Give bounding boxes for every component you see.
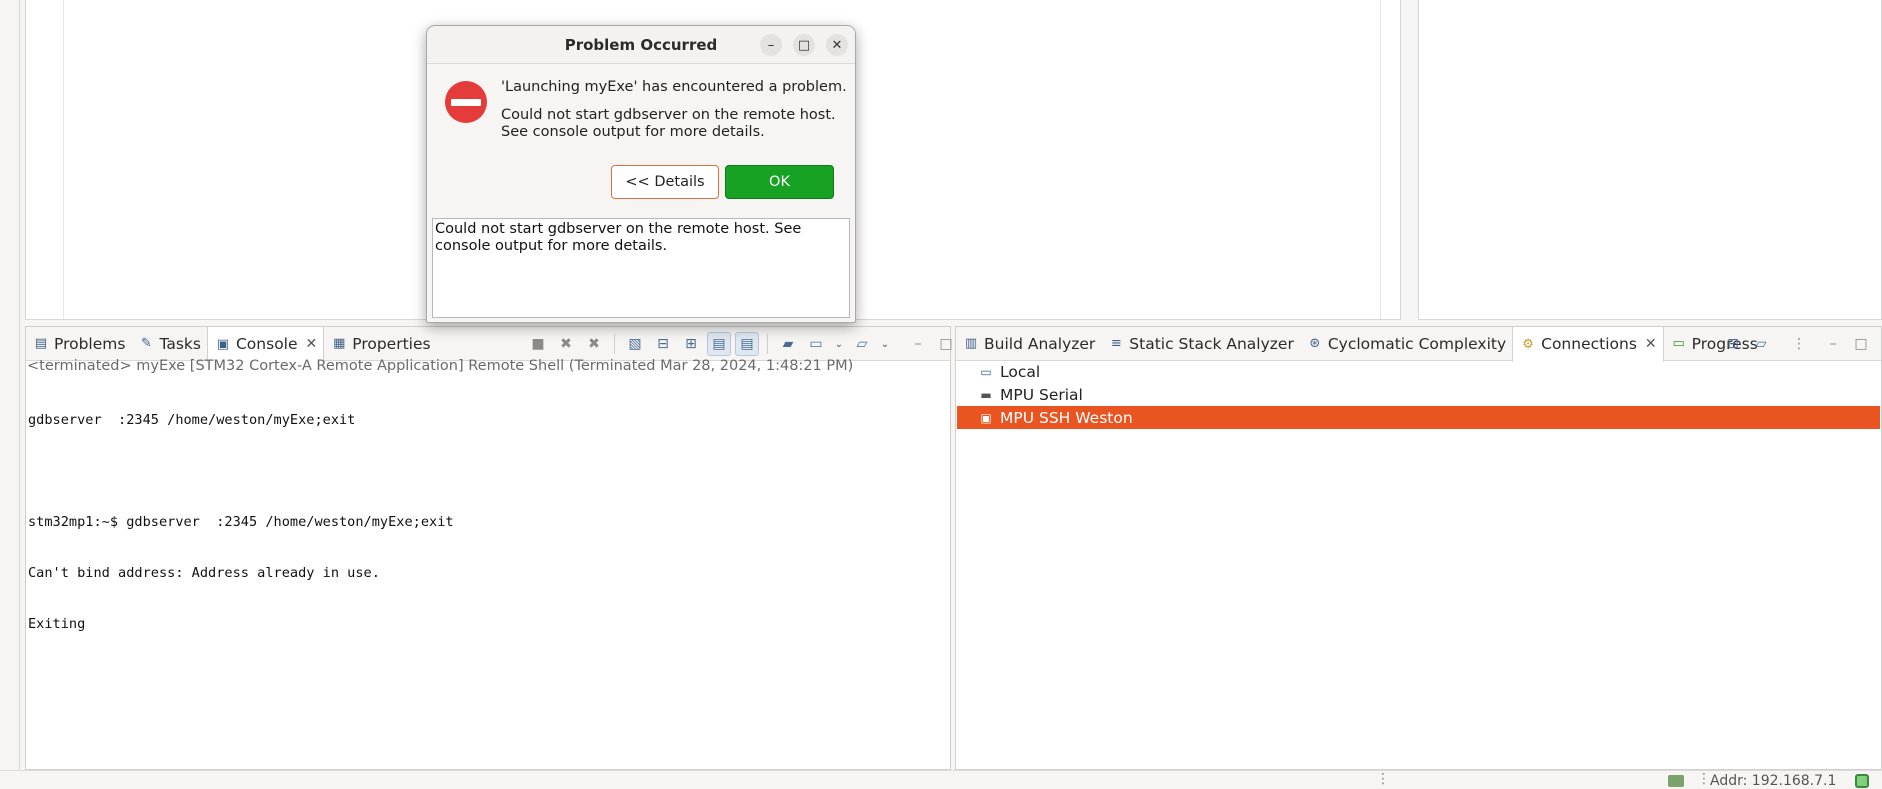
tab-problems[interactable]: ▤ Problems bbox=[26, 327, 131, 361]
details-button[interactable]: << Details bbox=[611, 165, 719, 199]
close-icon[interactable]: ✕ bbox=[1645, 336, 1657, 352]
toolbar-separator bbox=[614, 334, 615, 354]
build-analyzer-icon: ▥ bbox=[964, 336, 978, 351]
tab-label: Build Analyzer bbox=[984, 334, 1096, 353]
dialog-title: Problem Occurred bbox=[427, 26, 855, 64]
maximize-icon[interactable]: □ bbox=[1849, 332, 1873, 356]
new-connection-icon[interactable]: ▱ bbox=[1749, 332, 1773, 356]
chevron-down-icon[interactable]: ⌄ bbox=[878, 339, 892, 350]
tree-item-local[interactable]: ▭ Local bbox=[957, 360, 1880, 383]
editor-vertical-scrollbar[interactable] bbox=[1380, 0, 1400, 319]
error-icon bbox=[445, 81, 487, 123]
problems-icon: ▤ bbox=[34, 336, 48, 351]
minimize-icon[interactable]: – bbox=[1821, 332, 1845, 356]
console-toolbar: ■ ✖ ✖ ▧ ⊟ ⊞ ▤ ▤ ▰ ▭ ⌄ ▱ ⌄ – □ bbox=[526, 327, 958, 361]
cyclomatic-icon: ⊛ bbox=[1309, 336, 1321, 351]
clear-console-icon[interactable]: ▧ bbox=[623, 332, 647, 356]
console-line: stm32mp1:~$ gdbserver :2345 /home/weston… bbox=[28, 514, 454, 530]
tab-label: Properties bbox=[352, 334, 431, 353]
tab-static-stack-analyzer[interactable]: ≡ Static Stack Analyzer bbox=[1101, 327, 1300, 361]
console-line: Exiting bbox=[28, 616, 86, 632]
progress-icon: ▭ bbox=[1672, 336, 1685, 351]
serial-icon: ▬ bbox=[980, 387, 992, 402]
tab-cyclomatic-complexity[interactable]: ⊛ Cyclomatic Complexity bbox=[1300, 327, 1512, 361]
toolbar-separator bbox=[767, 334, 768, 354]
terminate-icon[interactable]: ■ bbox=[526, 332, 550, 356]
close-icon[interactable]: ✕ bbox=[826, 34, 848, 56]
console-line: Can't bind address: Address already in u… bbox=[28, 565, 380, 581]
tree-item-label: MPU Serial bbox=[1000, 385, 1083, 404]
display-console-icon[interactable]: ▭ bbox=[804, 332, 828, 356]
tree-item-mpu-serial[interactable]: ▬ MPU Serial bbox=[957, 383, 1880, 406]
tab-label: Static Stack Analyzer bbox=[1129, 334, 1294, 353]
dialog-message-primary: 'Launching myExe' has encountered a prob… bbox=[501, 79, 847, 95]
connection-status-icon[interactable] bbox=[1855, 774, 1869, 788]
tab-console[interactable]: ▣ Console ✕ bbox=[206, 326, 325, 362]
tab-connections[interactable]: ⚙ Connections ✕ bbox=[1512, 326, 1664, 362]
details-text-area[interactable]: Could not start gdbserver on the remote … bbox=[432, 218, 850, 318]
connections-toolbar: ⊟ ▱ ⋮ – □ bbox=[1721, 327, 1873, 361]
console-line: gdbserver :2345 /home/weston/myExe;exit bbox=[28, 412, 356, 428]
status-separator: ⋮ bbox=[1376, 771, 1390, 787]
properties-icon: ▦ bbox=[333, 336, 346, 351]
console-icon: ▣ bbox=[216, 336, 230, 352]
status-address: Addr: 192.168.7.1 bbox=[1710, 773, 1837, 789]
connections-icon: ⚙ bbox=[1522, 336, 1534, 352]
tab-label: Console bbox=[235, 335, 298, 353]
console-line: ​ bbox=[28, 463, 454, 480]
open-console-icon[interactable]: ▱ bbox=[850, 332, 874, 356]
console-output[interactable]: gdbserver :2345 /home/weston/myExe;exit … bbox=[28, 378, 454, 650]
stack-analyzer-icon: ≡ bbox=[1110, 336, 1122, 351]
dialog-message-secondary: Could not start gdbserver on the remote … bbox=[501, 107, 836, 140]
close-icon[interactable]: ✕ bbox=[306, 336, 318, 352]
view-menu-icon[interactable]: ⋮ bbox=[1787, 332, 1811, 356]
network-status-icon[interactable] bbox=[1668, 775, 1684, 787]
connections-panel: ▥ Build Analyzer ≡ Static Stack Analyzer… bbox=[955, 326, 1882, 770]
tab-label: Cyclomatic Complexity bbox=[1327, 334, 1507, 353]
left-trim bbox=[0, 0, 20, 770]
pin-console-icon[interactable]: ▰ bbox=[776, 332, 800, 356]
local-computer-icon: ▭ bbox=[980, 364, 992, 379]
show-on-stdout-icon[interactable]: ▤ bbox=[707, 332, 731, 356]
tab-build-analyzer[interactable]: ▥ Build Analyzer bbox=[956, 327, 1101, 361]
ssh-terminal-icon: ▣ bbox=[980, 410, 992, 425]
editor-gutter bbox=[26, 0, 64, 319]
tree-item-label: MPU SSH Weston bbox=[1000, 408, 1133, 427]
minimize-icon[interactable]: – bbox=[760, 34, 782, 56]
ok-button[interactable]: OK bbox=[725, 165, 834, 199]
show-on-stderr-icon[interactable]: ▤ bbox=[735, 332, 759, 356]
status-separator: ⋮ bbox=[1697, 771, 1711, 787]
status-bar: ⋮ ⋮ Addr: 192.168.7.1 bbox=[0, 770, 1882, 789]
console-process-header: <terminated> myExe [STM32 Cortex-A Remot… bbox=[27, 358, 854, 374]
tab-label: Connections bbox=[1541, 335, 1637, 353]
chevron-down-icon[interactable]: ⌄ bbox=[832, 339, 846, 350]
tree-item-label: Local bbox=[1000, 362, 1041, 381]
remove-launch-icon[interactable]: ✖ bbox=[554, 332, 578, 356]
maximize-icon[interactable]: □ bbox=[793, 34, 815, 56]
problem-dialog: Problem Occurred – □ ✕ 'Launching myExe'… bbox=[426, 25, 856, 323]
scroll-lock-icon[interactable]: ⊟ bbox=[651, 332, 675, 356]
tasks-icon: ✎ bbox=[141, 336, 152, 351]
minimize-icon[interactable]: – bbox=[906, 332, 930, 356]
remove-all-terminated-icon[interactable]: ✖ bbox=[582, 332, 606, 356]
tree-item-mpu-ssh-weston[interactable]: ▣ MPU SSH Weston bbox=[957, 406, 1880, 429]
collapse-all-icon[interactable]: ⊟ bbox=[1721, 332, 1745, 356]
tab-tasks[interactable]: ✎ Tasks bbox=[131, 327, 207, 361]
tab-label: Problems bbox=[54, 334, 126, 353]
tab-properties[interactable]: ▦ Properties bbox=[324, 327, 436, 361]
tab-label: Tasks bbox=[159, 334, 201, 353]
word-wrap-icon[interactable]: ⊞ bbox=[679, 332, 703, 356]
outline-view-area bbox=[1418, 0, 1882, 320]
